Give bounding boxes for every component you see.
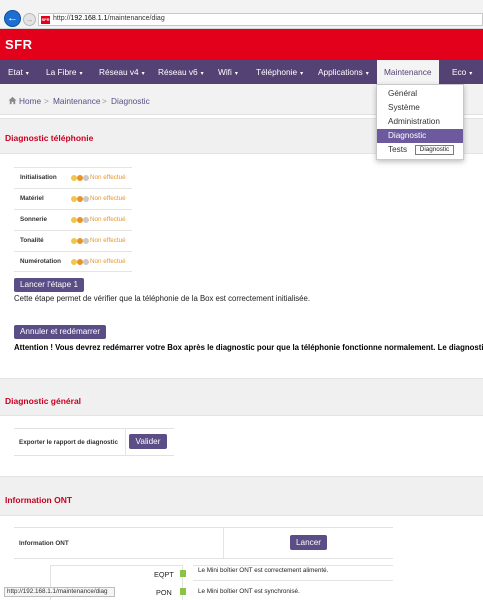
- breadcrumb-maintenance[interactable]: Maintenance: [53, 96, 101, 106]
- breadcrumb-home[interactable]: Home: [19, 96, 41, 106]
- chevron-down-icon: ▾: [365, 71, 369, 77]
- row-label: Matériel: [20, 195, 44, 202]
- row-label: Tonalité: [20, 237, 44, 244]
- nav-item-wifi[interactable]: Wifi ▾: [218, 60, 238, 84]
- chevron-down-icon: ▾: [25, 71, 29, 77]
- home-icon: [8, 96, 17, 105]
- row-label: Numérotation: [20, 258, 61, 265]
- ont-row: Information ONT: [14, 527, 393, 559]
- section-title: Diagnostic général: [5, 396, 82, 406]
- indicator-message: Le Mini boîtier ONT est correctement ali…: [198, 567, 329, 574]
- nav-item-reseau-v6[interactable]: Réseau v6 ▾: [158, 60, 204, 84]
- divider: [193, 580, 393, 581]
- back-arrow-icon[interactable]: ←: [4, 10, 21, 27]
- cancel-restart-button[interactable]: Annuler et redémarrer: [14, 325, 106, 339]
- progress-dots-icon: [71, 196, 91, 203]
- progress-dots-icon: [71, 238, 91, 245]
- launch-step-1-button[interactable]: Lancer l'étape 1: [14, 278, 84, 292]
- cell-divider: [223, 528, 224, 558]
- row-label: Sonnerie: [20, 216, 47, 223]
- nav-item-etat[interactable]: Etat ▾: [8, 60, 29, 84]
- indicator-message: Le Mini boîtier ONT est synchronisé.: [198, 588, 300, 595]
- status-text: Non effectué: [90, 258, 126, 265]
- menu-item-systeme[interactable]: Système: [377, 101, 463, 115]
- table-row: Numérotation Non effectué: [14, 251, 132, 272]
- table-row: Matériel Non effectué: [14, 188, 132, 209]
- breadcrumb-diagnostic: Diagnostic: [111, 96, 150, 106]
- browser-address-bar: ← → SFR http://192.168.1.1/maintenance/d…: [0, 0, 483, 29]
- section-title: Diagnostic téléphonie: [5, 133, 94, 143]
- sfr-logo[interactable]: SFR: [5, 37, 33, 52]
- nav-item-la-fibre[interactable]: La Fibre ▾: [46, 60, 82, 84]
- chevron-down-icon: ▾: [141, 71, 145, 77]
- launch-ont-button[interactable]: Lancer: [290, 535, 327, 550]
- menu-item-diagnostic[interactable]: Diagnostic: [377, 129, 463, 143]
- chevron-down-icon: ▾: [234, 71, 238, 77]
- chevron-down-icon: ▾: [200, 71, 204, 77]
- warning-text: Attention ! Vous devrez redémarrer votre…: [14, 343, 483, 352]
- tooltip: Diagnostic: [415, 145, 454, 155]
- status-led-icon: [180, 588, 186, 595]
- validate-button[interactable]: Valider: [129, 434, 167, 449]
- status-led-icon: [180, 570, 186, 577]
- section-title: Information ONT: [5, 495, 73, 505]
- url-field[interactable]: SFR http://192.168.1.1/maintenance/diag: [38, 13, 483, 26]
- progress-dots-icon: [71, 175, 91, 182]
- status-bar-url: http://192.168.1.1/maintenance/diag: [4, 587, 115, 597]
- divider: [193, 565, 393, 566]
- main-nav: Etat ▾ La Fibre ▾ Réseau v4 ▾ Réseau v6 ▾ Wi…: [0, 60, 483, 84]
- favicon-icon: SFR: [41, 16, 50, 24]
- nav-item-applications[interactable]: Applications ▾: [318, 60, 369, 84]
- ont-label: Information ONT: [19, 540, 69, 547]
- step-description: Cette étape permet de vérifier que la té…: [14, 294, 311, 303]
- indicator-label: EQPT: [154, 570, 174, 579]
- nav-item-maintenance[interactable]: Maintenance: [377, 60, 439, 84]
- chevron-down-icon: ▾: [79, 71, 83, 77]
- breadcrumb-separator: >: [44, 96, 49, 106]
- table-row: Sonnerie Non effectué: [14, 209, 132, 230]
- brand-header: [0, 29, 483, 60]
- chevron-down-icon: ▾: [300, 71, 304, 77]
- status-text: Non effectué: [90, 216, 126, 223]
- section-header-general: Diagnostic général: [0, 378, 483, 416]
- status-text: Non effectué: [90, 237, 126, 244]
- forward-arrow-icon[interactable]: →: [23, 13, 36, 26]
- progress-dots-icon: [71, 217, 91, 224]
- export-label: Exporter le rapport de diagnostic: [19, 439, 119, 446]
- section-header-ont: Information ONT: [0, 476, 483, 516]
- menu-item-administration[interactable]: Administration: [377, 115, 463, 129]
- breadcrumb-separator: >: [102, 96, 107, 106]
- chevron-down-icon: ▾: [469, 71, 473, 77]
- table-row: Tonalité Non effectué: [14, 230, 132, 251]
- nav-item-telephonie[interactable]: Téléphonie ▾: [256, 60, 303, 84]
- status-text: Non effectué: [90, 174, 126, 181]
- indicator-label: PON: [156, 588, 172, 597]
- row-label: Initialisation: [20, 174, 57, 181]
- nav-item-eco[interactable]: Eco ▾: [452, 60, 472, 84]
- progress-dots-icon: [71, 259, 91, 266]
- table-row: Initialisation Non effectué: [14, 167, 132, 188]
- nav-item-reseau-v4[interactable]: Réseau v4 ▾: [99, 60, 145, 84]
- url-text: http://192.168.1.1/maintenance/diag: [53, 15, 165, 22]
- status-text: Non effectué: [90, 195, 126, 202]
- menu-item-general[interactable]: Général: [377, 87, 463, 101]
- cell-divider: [125, 429, 126, 455]
